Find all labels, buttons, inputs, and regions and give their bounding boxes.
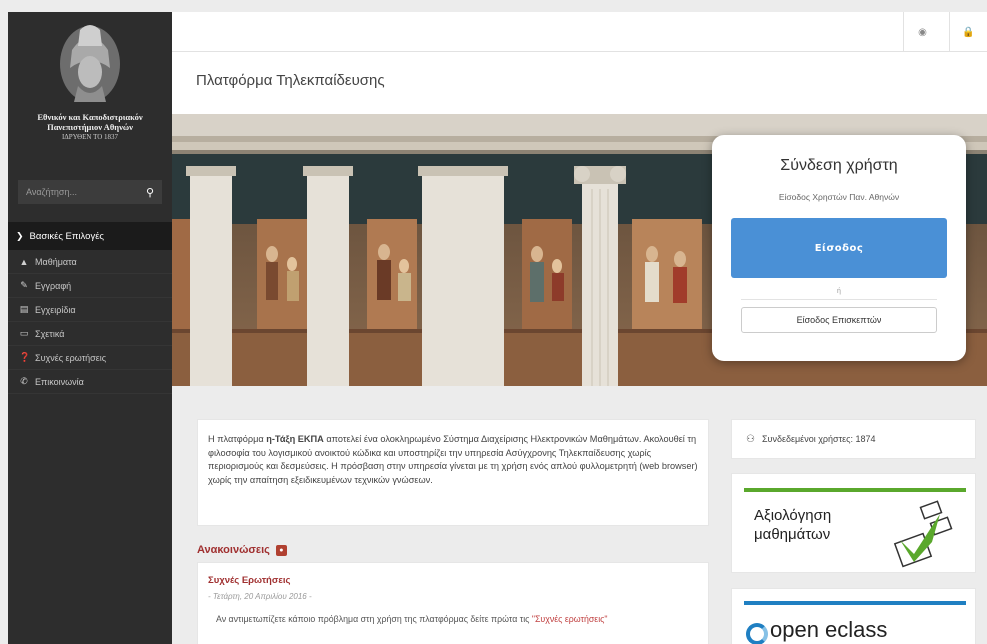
sidebar-item-label: Σχετικά [35, 328, 65, 339]
divider [741, 299, 937, 300]
search-icon[interactable]: ⚲ [146, 186, 154, 199]
search-input[interactable] [26, 187, 126, 197]
sidebar-item-contact[interactable]: ✆ Επικοινωνία [8, 370, 172, 394]
faq-link[interactable]: "Συχνές ερωτήσεις" [532, 614, 608, 624]
sidebar-item-label: Εγχειρίδια [35, 304, 76, 315]
checkmark-icon [893, 500, 953, 568]
users-icon: ⚇ [746, 433, 755, 445]
announcements-title: Ανακοινώσεις ● [197, 544, 287, 556]
globe-icon[interactable]: ◉ [903, 12, 941, 52]
sidebar-item-register[interactable]: ✎ Εγγραφή [8, 274, 172, 298]
title-row: Πλατφόρμα Τηλεκπαίδευσης [172, 52, 987, 114]
online-users-count: Συνδεδεμένοι χρήστες: 1874 [761, 434, 876, 444]
eval-accent-bar [744, 488, 966, 492]
sidebar: Εθνικόν και Καποδιστριακόν Πανεπιστήμιον… [8, 12, 172, 644]
sidebar-item-label: Επικοινωνία [35, 376, 84, 387]
announcement-item: Συχνές Ερωτήσεις - Τετάρτη, 20 Απριλίου … [197, 562, 709, 644]
chevron-down-icon: ❯ [16, 230, 24, 241]
university-name: Εθνικόν και Καποδιστριακόν Πανεπιστήμιον… [8, 112, 172, 132]
page-title: Πλατφόρμα Τηλεκπαίδευσης [196, 72, 385, 89]
lock-icon[interactable]: 🔒 [949, 12, 987, 52]
top-bar: ◉ 🔒 [172, 12, 987, 52]
eval-line2: μαθημάτων [754, 526, 831, 543]
sidebar-item-label: Μαθήματα [35, 256, 77, 267]
announcements-label: Ανακοινώσεις [197, 544, 270, 556]
question-circle-icon: ❓ [19, 352, 31, 362]
login-card: Σύνδεση χρήστη Είσοδος Χρηστών Παν. Αθην… [712, 135, 966, 361]
announcement-text: Αν αντιμετωπίζετε κάποιο πρόβλημα στη χρ… [216, 613, 698, 625]
edit-icon: ✎ [20, 280, 28, 290]
eclass-logo-text: open eclass [770, 617, 888, 642]
search-box: ⚲ [18, 180, 162, 204]
university-name-line2: Πανεπιστήμιον Αθηνών [47, 122, 133, 132]
online-users-box: ⚇ Συνδεδεμένοι χρήστες: 1874 [731, 419, 976, 459]
announcement-body: Αν αντιμετωπίζετε κάποιο πρόβλημα στη χρ… [216, 614, 532, 624]
sidebar-item-faq[interactable]: ❓ Συχνές ερωτήσεις [8, 346, 172, 370]
phone-icon: ✆ [20, 376, 28, 386]
announcement-item-title[interactable]: Συχνές Ερωτήσεις [208, 575, 698, 586]
login-title: Σύνδεση χρήστη [780, 157, 898, 174]
rss-icon[interactable]: ● [275, 544, 287, 556]
file-icon: ▤ [19, 304, 29, 314]
sidebar-item-about[interactable]: ▭ Σχετικά [8, 322, 172, 346]
menu-header-label: Βασικές Επιλογές [29, 230, 105, 242]
or-text: ή [837, 288, 841, 295]
credit-card-icon: ▭ [19, 328, 29, 338]
guest-login-button[interactable]: Είσοδος Επισκεπτών [741, 307, 937, 333]
announcement-date: - Τετάρτη, 20 Απριλίου 2016 - [208, 592, 312, 601]
login-button[interactable]: Είσοδος [731, 218, 947, 278]
intro-brand: η-Τάξη ΕΚΠΑ [266, 434, 324, 444]
eval-text: Αξιολόγηση μαθημάτων [754, 506, 831, 544]
founded-text: ΙΔΡΥΘΕΝ ΤΟ 1837 [61, 133, 119, 141]
eclass-accent-bar [744, 601, 966, 605]
eval-line1: Αξιολόγηση [754, 507, 832, 524]
sidebar-item-manuals[interactable]: ▤ Εγχειρίδια [8, 298, 172, 322]
athena-seal-icon [50, 20, 130, 106]
open-eclass-banner[interactable]: open eclass [731, 588, 976, 644]
login-subtitle: Είσοδος Χρηστών Παν. Αθηνών [778, 192, 900, 202]
sidebar-item-label: Συχνές ερωτήσεις [35, 352, 107, 363]
university-logo[interactable]: Εθνικόν και Καποδιστριακόν Πανεπιστήμιον… [8, 12, 172, 160]
menu-header[interactable]: ❯ Βασικές Επιλογές [8, 222, 172, 250]
sidebar-item-courses[interactable]: ▲ Μαθήματα [8, 250, 172, 274]
course-evaluation-banner[interactable]: Αξιολόγηση μαθημάτων [731, 473, 976, 573]
sidebar-item-label: Εγγραφή [35, 280, 72, 291]
intro-prefix: Η πλατφόρμα [208, 434, 267, 444]
graduation-cap-icon: ▲ [19, 256, 29, 267]
intro-box: Η πλατφόρμα η-Τάξη ΕΚΠΑ αποτελεί ένα ολο… [197, 419, 709, 526]
university-name-line1: Εθνικόν και Καποδιστριακόν [37, 112, 143, 122]
eclass-logo-icon [746, 623, 768, 644]
